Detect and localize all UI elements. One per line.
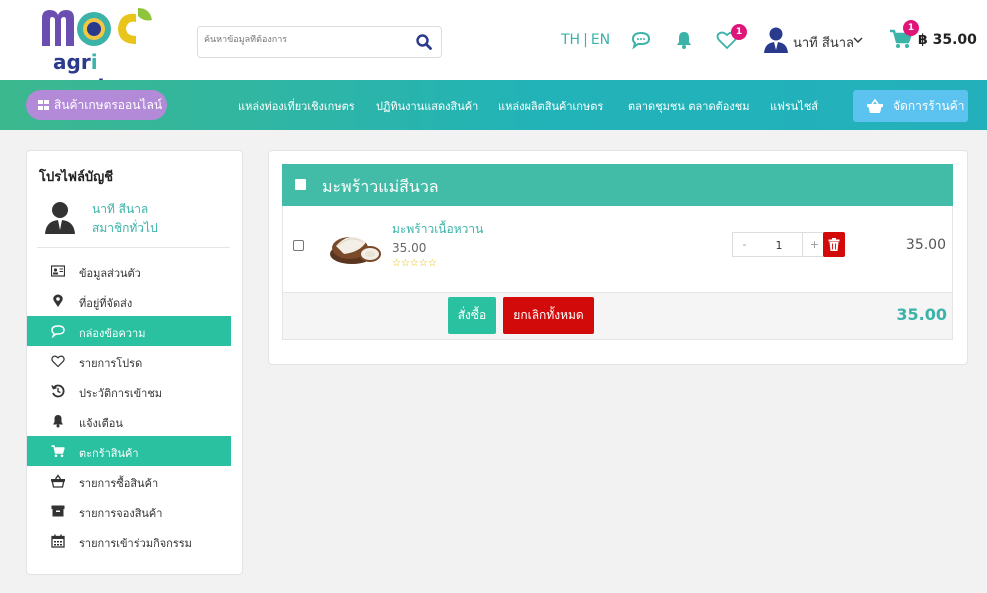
- category-menu-label: สินค้าเกษตรออนไลน์: [54, 98, 163, 112]
- trash-icon: [828, 238, 840, 251]
- sidebar-item-label: แจ้งเตือน: [79, 417, 123, 430]
- sidebar-item-label: ตะกร้าสินค้า: [79, 447, 139, 460]
- item-select-checkbox[interactable]: [293, 240, 304, 251]
- calendar-icon: [51, 534, 65, 548]
- sidebar-item-label: รายการจองสินค้า: [79, 507, 163, 520]
- sidebar-item-notifications[interactable]: แจ้งเตือน: [27, 406, 231, 436]
- cart-panel: มะพร้าวแม่สีนวล มะพร้าวเนื้อหวาน 35.00 ☆…: [268, 150, 968, 365]
- sidebar-item-activities[interactable]: รายการเข้าร่วมกิจกรรม: [27, 526, 231, 556]
- cancel-all-button[interactable]: ยกเลิกทั้งหมด: [503, 297, 594, 334]
- heart-icon: [51, 355, 65, 368]
- map-marker-icon: [53, 294, 63, 307]
- search-box: [197, 26, 442, 58]
- shop-name[interactable]: มะพร้าวแม่สีนวล: [322, 175, 439, 200]
- sidebar-item-shipping-address[interactable]: ที่อยู่ที่จัดส่ง: [27, 286, 231, 316]
- sidebar-item-personal-info[interactable]: ข้อมูลส่วนตัว: [27, 256, 231, 286]
- cart-grand-total: 35.00: [896, 305, 947, 324]
- cart-item-row: มะพร้าวเนื้อหวาน 35.00 ☆☆☆☆☆ - 1 + 35.00: [282, 206, 953, 293]
- shop-select-checkbox[interactable]: [295, 179, 306, 190]
- coconut-product-image[interactable]: [326, 224, 382, 268]
- nav-franchise[interactable]: แฟรนไชส์: [770, 97, 818, 115]
- sidebar-item-label: กล่องข้อความ: [79, 327, 146, 340]
- basket-icon: [867, 99, 883, 113]
- grid-icon: [38, 100, 49, 110]
- item-line-total: 35.00: [905, 237, 946, 253]
- main-navbar: สินค้าเกษตรออนไลน์ แหล่งท่องเที่ยวเชิงเก…: [0, 80, 987, 130]
- cart-icon: [51, 445, 65, 458]
- category-menu-button[interactable]: สินค้าเกษตรออนไลน์: [26, 90, 167, 120]
- account-sidebar: โปรไฟล์บัญชี นาที สีนาล สมาชิกทั่วไป ข้อ…: [26, 150, 243, 575]
- nav-community-market[interactable]: ตลาดชุมชน ตลาดต้องชม: [628, 97, 749, 115]
- manage-shop-label: จัดการร้านค้า: [893, 99, 965, 113]
- history-icon: [51, 384, 65, 398]
- archive-icon: [51, 505, 65, 517]
- sidebar-item-reservations[interactable]: รายการจองสินค้า: [27, 496, 231, 526]
- manage-shop-button[interactable]: จัดการร้านค้า: [853, 90, 968, 122]
- lang-en-link[interactable]: EN: [591, 32, 610, 48]
- quantity-input[interactable]: 1: [756, 232, 802, 257]
- sidebar-item-label: ประวัติการเข้าชม: [79, 387, 163, 400]
- product-name-link[interactable]: มะพร้าวเนื้อหวาน: [392, 220, 483, 239]
- sidebar-item-label: ที่อยู่ที่จัดส่ง: [79, 297, 133, 310]
- nav-agri-tourism[interactable]: แหล่งท่องเที่ยวเชิงเกษตร: [238, 97, 355, 115]
- product-rating-stars: ☆☆☆☆☆: [392, 258, 437, 269]
- sidebar-item-purchases[interactable]: รายการซื้อสินค้า: [27, 466, 231, 496]
- sidebar-item-cart[interactable]: ตะกร้าสินค้า: [27, 436, 231, 466]
- wishlist-count-badge: 1: [731, 24, 747, 40]
- sidebar-title: โปรไฟล์บัญชี: [39, 170, 114, 185]
- profile-username: นาที สีนาล: [92, 202, 149, 216]
- user-menu-name[interactable]: นาที สีนาล: [793, 32, 854, 53]
- sidebar-item-label: รายการเข้าร่วมกิจกรรม: [79, 537, 192, 550]
- profile-avatar-icon: [45, 202, 75, 234]
- language-switcher: TH | EN: [561, 32, 610, 48]
- profile-role: สมาชิกทั่วไป: [92, 221, 158, 235]
- sidebar-item-favorites[interactable]: รายการโปรด: [27, 346, 231, 376]
- bell-icon[interactable]: [673, 30, 695, 50]
- basket-icon: [51, 474, 65, 488]
- cart-total-amount[interactable]: ฿ 35.00: [918, 32, 977, 48]
- logo-mark-icon: [42, 8, 152, 46]
- product-unit-price: 35.00: [392, 241, 427, 255]
- sidebar-item-label: ข้อมูลส่วนตัว: [79, 267, 141, 280]
- moc-agri-mart-logo[interactable]: agri mart: [40, 2, 158, 98]
- sidebar-item-inbox[interactable]: กล่องข้อความ: [27, 316, 231, 346]
- delete-item-button[interactable]: [823, 232, 845, 257]
- id-card-icon: [51, 265, 65, 277]
- search-icon[interactable]: [415, 33, 433, 51]
- sidebar-item-label: รายการซื้อสินค้า: [79, 477, 159, 490]
- sidebar-divider: [37, 247, 230, 248]
- chat-icon[interactable]: [630, 30, 652, 50]
- user-avatar-icon[interactable]: [763, 26, 789, 54]
- site-header: agri mart TH|EN 1 นาที สีนาล 1 ฿ 35.00: [0, 0, 987, 98]
- chevron-down-icon[interactable]: [853, 36, 863, 44]
- nav-event-calendar[interactable]: ปฏิทินงานแสดงสินค้า: [376, 97, 478, 115]
- sidebar-item-view-history[interactable]: ประวัติการเข้าชม: [27, 376, 231, 406]
- lang-separator: |: [583, 32, 588, 48]
- quantity-decrease-button[interactable]: -: [732, 232, 757, 257]
- nav-producers[interactable]: แหล่งผลิตสินค้าเกษตร: [498, 97, 603, 115]
- place-order-button[interactable]: สั่งซื้อ: [448, 297, 496, 334]
- cart-count-badge: 1: [903, 20, 919, 36]
- bell-icon: [53, 415, 63, 428]
- cart-footer: สั่งซื้อ ยกเลิกทั้งหมด 35.00: [282, 293, 953, 340]
- shop-header: มะพร้าวแม่สีนวล: [282, 164, 953, 206]
- chat-icon: [51, 325, 65, 338]
- sidebar-item-label: รายการโปรด: [79, 357, 143, 370]
- search-input[interactable]: [204, 35, 404, 45]
- lang-th-link[interactable]: TH: [561, 32, 580, 48]
